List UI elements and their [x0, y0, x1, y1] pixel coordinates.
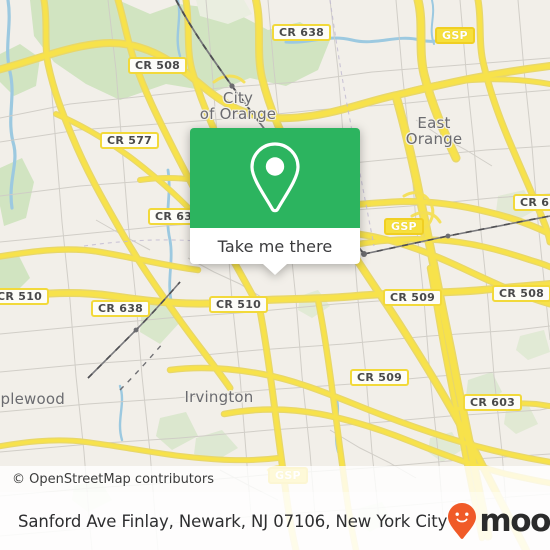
map-attribution-bar: © OpenStreetMap contributors [0, 466, 550, 492]
moovit-pin-icon [448, 503, 477, 539]
route-shield-cr-508-right[interactable]: CR 508 [492, 285, 550, 302]
attribution-text[interactable]: © OpenStreetMap contributors [12, 472, 214, 487]
route-shield-cr-577[interactable]: CR 577 [100, 132, 160, 149]
moovit-wordmark: moovit [479, 502, 550, 539]
moovit-brand[interactable]: moovit [447, 502, 550, 540]
route-shield-cr-603[interactable]: CR 603 [463, 394, 523, 411]
address-label: Sanford Ave Finlay, Newark, NJ 07106, Ne… [18, 511, 448, 531]
route-shield-cr-509-lower[interactable]: CR 509 [350, 369, 410, 386]
map-pin-icon [250, 142, 300, 213]
route-shield-cr-510-left[interactable]: CR 510 [0, 288, 50, 305]
popup-header [190, 128, 360, 228]
route-shield-gsp-top[interactable]: GSP [435, 27, 475, 44]
map-screenshot: City of Orange East Orange Irvington Map… [0, 0, 550, 550]
route-shield-cr-638-lower[interactable]: CR 638 [91, 300, 151, 317]
route-shield-cr-659[interactable]: CR 659 [513, 194, 550, 211]
route-shield-cr-509-upper[interactable]: CR 509 [383, 289, 443, 306]
route-shield-cr-510-mid[interactable]: CR 510 [209, 296, 269, 313]
map-canvas[interactable]: City of Orange East Orange Irvington Map… [0, 0, 550, 550]
address-footer-bar: Sanford Ave Finlay, Newark, NJ 07106, Ne… [0, 492, 550, 550]
route-shield-cr-508[interactable]: CR 508 [128, 57, 188, 74]
location-popup-card[interactable]: Take me there [190, 128, 360, 275]
popup-footer[interactable]: Take me there [190, 228, 360, 275]
take-me-there-label: Take me there [217, 236, 333, 256]
popup-pointer-tail [263, 264, 287, 275]
route-shield-gsp-mid[interactable]: GSP [384, 218, 424, 235]
route-shield-cr-638-top[interactable]: CR 638 [272, 24, 332, 41]
